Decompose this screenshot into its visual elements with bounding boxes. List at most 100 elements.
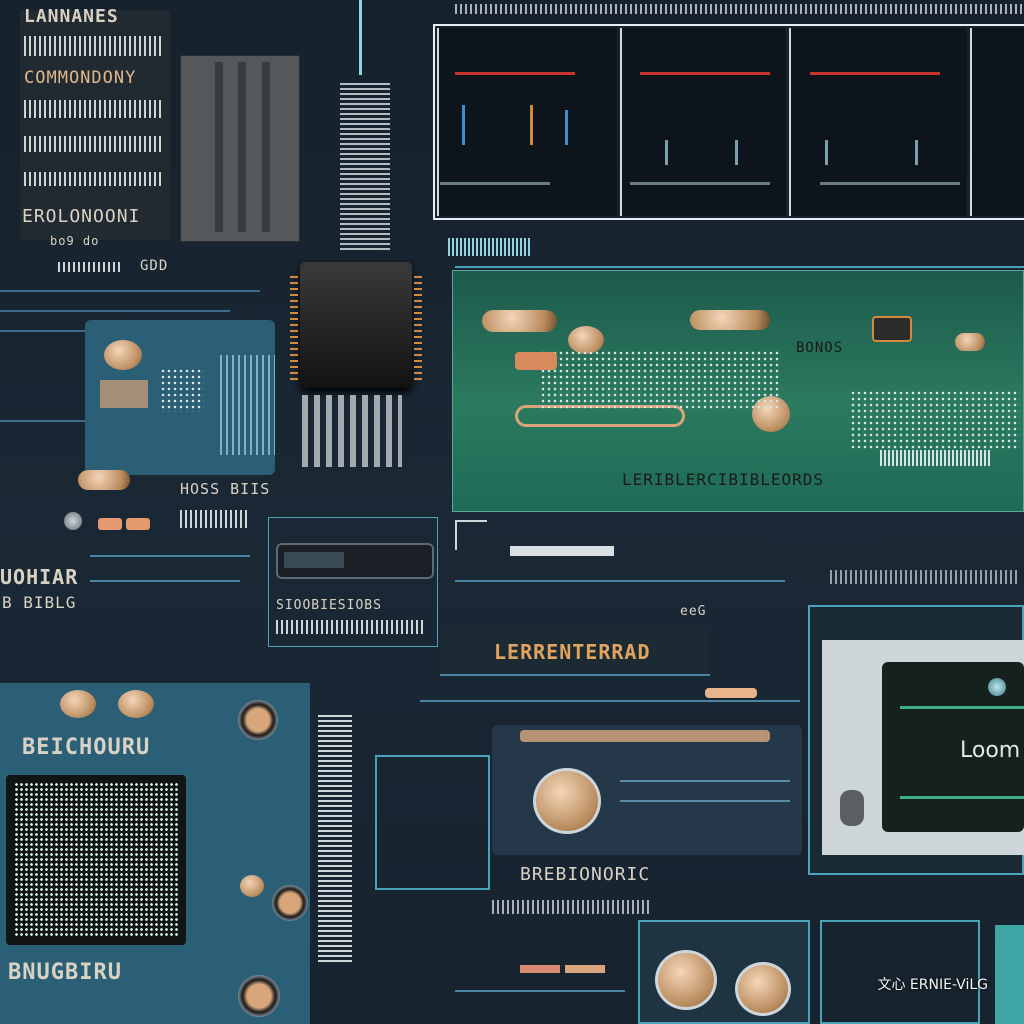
- pin-tower: [340, 80, 390, 250]
- center-device-frame: [375, 755, 490, 890]
- bottom-copper-bar: [565, 965, 605, 973]
- teal-board-component: [100, 380, 148, 408]
- monitor-screen-2: [620, 28, 786, 216]
- copper-pill: [690, 310, 770, 330]
- small-tag: eeG: [680, 604, 707, 619]
- device-copper-strip: [520, 730, 770, 742]
- copper-pad: [118, 690, 154, 718]
- left-pin-strip: [180, 510, 250, 528]
- top-left-small-text: bo9 do: [50, 234, 100, 248]
- monitor-1-gauge: [565, 110, 568, 145]
- bottom-copper-bar: [520, 965, 560, 973]
- round-sensor: [533, 768, 601, 834]
- connector-slot-inner: [284, 552, 344, 568]
- mid-right-bracket: [455, 520, 487, 550]
- orange-banner-text: LERRENTERRAD: [494, 640, 651, 664]
- monitor-3-red-bar: [810, 72, 940, 75]
- mid-right-pin-row: [830, 570, 1020, 584]
- chip-legs-array: [302, 395, 402, 467]
- screen-green-line: [900, 706, 1024, 709]
- green-board-grid: [850, 390, 1020, 450]
- mid-right-bar: [510, 546, 614, 556]
- pcb-trace: [620, 800, 790, 802]
- pcb-trace: [0, 290, 260, 292]
- left-heading-b: B BIBLG: [2, 593, 77, 612]
- round-sensor: [655, 950, 717, 1010]
- small-tag-box: [872, 316, 912, 342]
- bottom-right-frame: [820, 920, 980, 1024]
- monitor-3-baseline: [820, 182, 960, 185]
- monitor-2-red-bar: [640, 72, 770, 75]
- bottom-left-footer-text: BNUGBIRU: [8, 960, 122, 985]
- circuit-illustration: LANNANES COMMONDONY EROLONOONI bo9 do GD…: [0, 0, 1024, 1024]
- gray-module-slot: [262, 62, 270, 232]
- orange-chip: [126, 518, 150, 530]
- monitor-screen-3: [789, 28, 967, 216]
- gray-module-slot: [215, 62, 223, 232]
- ernie-vilg-watermark: 文心 ERNIE-ViLG: [877, 977, 988, 993]
- monitor-screen-4: [970, 28, 1024, 216]
- pcb-trace: [620, 780, 790, 782]
- copper-pad: [104, 340, 142, 370]
- green-board-top-trace: [455, 266, 1024, 268]
- top-left-pin-row: [24, 36, 164, 56]
- mounting-hole: [272, 885, 308, 921]
- small-red-component: [515, 352, 557, 370]
- chip-pins-left: [290, 272, 298, 380]
- monitor-3-gauge: [825, 140, 828, 165]
- monitor-2-gauge: [735, 140, 738, 165]
- pcb-trace: [420, 700, 800, 702]
- mounting-hole: [238, 700, 278, 740]
- copper-pill: [482, 310, 557, 332]
- processor-ball-grid: [14, 782, 180, 938]
- green-board-grid: [540, 350, 780, 410]
- left-board-code: HOSS BIIS: [180, 480, 271, 498]
- green-board-header-strip: [448, 238, 532, 256]
- monitor-2-gauge: [665, 140, 668, 165]
- screen-green-line: [900, 796, 1024, 799]
- top-left-heading: LANNANES: [24, 6, 119, 27]
- monitor-3-gauge: [915, 140, 918, 165]
- green-board-bottom-label: LERIBLERCIBIBLEORDS: [622, 470, 825, 489]
- pcb-trace: [90, 555, 250, 557]
- pcb-trace: [455, 580, 785, 582]
- round-sensor: [735, 962, 791, 1016]
- top-left-pin-row-3: [24, 136, 164, 152]
- green-board-pin-row: [880, 450, 990, 466]
- copper-pad: [955, 333, 985, 351]
- monitor-1-gauge: [462, 105, 465, 145]
- teal-board-slats: [220, 355, 275, 455]
- bottom-center-pin-row: [492, 900, 652, 914]
- bottom-left-chip-label: BEICHOURU: [22, 735, 151, 760]
- small-pin-strip: [58, 262, 120, 272]
- copper-pad: [240, 875, 264, 897]
- copper-pad: [60, 690, 96, 718]
- copper-bar: [705, 688, 757, 698]
- orange-chip: [98, 518, 122, 530]
- mounting-hole: [238, 975, 280, 1017]
- top-left-pin-row-2: [24, 100, 164, 118]
- monitor-screen-text: Loom: [960, 738, 1021, 763]
- monitor-1-red-bar: [455, 72, 575, 75]
- top-left-pin-row-4: [24, 172, 164, 186]
- chip-pins-right: [414, 272, 422, 380]
- oval-capacitor: [78, 470, 130, 490]
- pcb-trace: [0, 420, 90, 422]
- top-right-ruler: [455, 4, 1024, 14]
- bottom-center-label: BREBIONORIC: [520, 864, 651, 885]
- small-screw: [64, 512, 82, 530]
- pcb-trace: [90, 580, 240, 582]
- mid-left-code: GDD: [140, 258, 169, 274]
- top-left-row2-text: COMMONDONY: [24, 68, 137, 88]
- monitor-1-baseline: [440, 182, 550, 185]
- monitor-1-gauge: [530, 105, 533, 145]
- center-connector-label: SIOOBIESIOBS: [276, 598, 382, 613]
- screen-indicator-dot: [988, 678, 1006, 696]
- teal-board-grid: [160, 368, 204, 412]
- gray-module-slot: [238, 62, 246, 232]
- black-processor-chip: [300, 262, 412, 388]
- monitor-2-baseline: [630, 182, 770, 185]
- green-board-right-label: BONOS: [796, 340, 844, 356]
- pcb-trace: [0, 310, 230, 312]
- bottom-right-bar: [995, 925, 1024, 1024]
